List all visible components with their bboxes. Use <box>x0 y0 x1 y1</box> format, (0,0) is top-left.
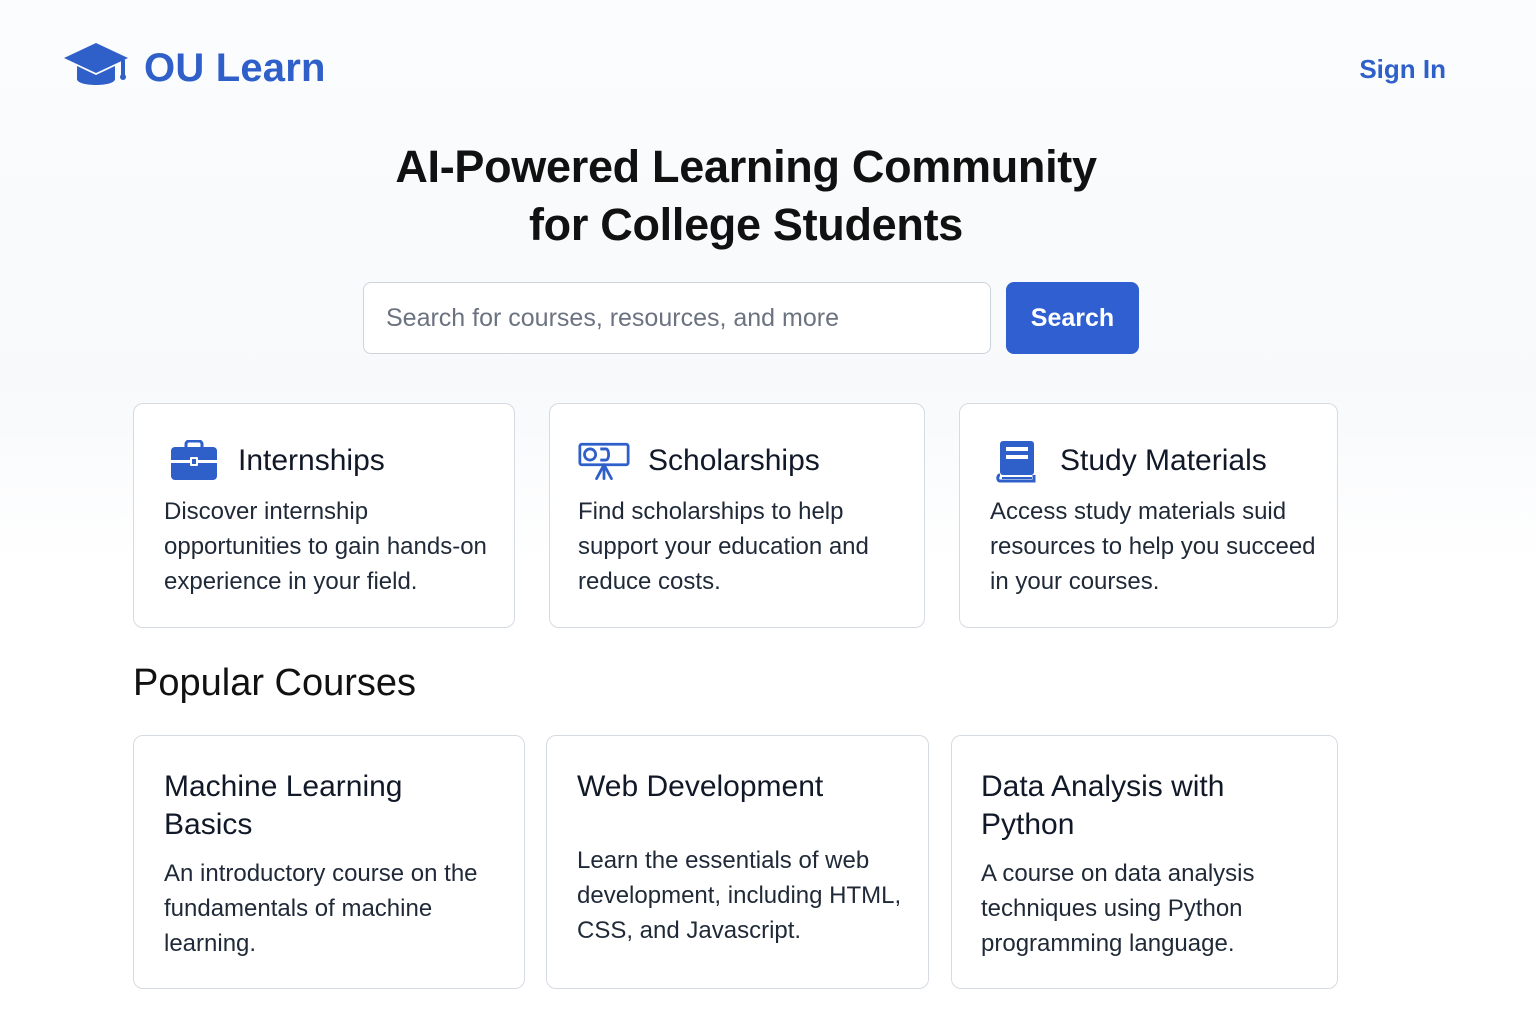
feature-card-header: Internships <box>168 438 385 484</box>
sign-in-link[interactable]: Sign In <box>1359 54 1446 85</box>
feature-title: Study Materials <box>1060 444 1267 477</box>
course-card-web-development[interactable]: Web Development Learn the essentials of … <box>546 735 929 989</box>
search-input[interactable] <box>363 282 991 354</box>
course-description: An introductory course on the fundamenta… <box>164 860 478 957</box>
logo-link[interactable]: OU Learn <box>62 40 326 94</box>
popular-courses-heading: Popular Courses <box>133 662 417 704</box>
course-title: Machine Learning Basics <box>164 770 403 841</box>
graduation-cap-icon <box>62 40 130 94</box>
search-button[interactable]: Search <box>1006 282 1139 354</box>
logo-text: OU Learn <box>144 46 326 90</box>
scholarships-card[interactable]: Scholarships Find scholarships to help s… <box>549 403 925 628</box>
course-description: A course on data analysis techniques usi… <box>981 860 1255 957</box>
course-card-data-analysis[interactable]: Data Analysis with Python A course on da… <box>951 735 1338 989</box>
feature-title: Scholarships <box>648 444 820 477</box>
feature-card-header: Study Materials <box>990 438 1267 484</box>
course-card-machine-learning[interactable]: Machine Learning Basics An introductory … <box>133 735 525 989</box>
hero-title-line-2: for College Students <box>528 199 964 250</box>
course-title: Data Analysis with Python <box>981 770 1225 841</box>
feature-card-header: Scholarships <box>578 438 820 484</box>
feature-description: Access study materials suid resources to… <box>990 498 1316 595</box>
course-description: Learn the essentials of web development,… <box>577 847 902 944</box>
feature-title: Internships <box>238 444 385 477</box>
internships-card[interactable]: Internships Discover internship opportun… <box>133 403 515 628</box>
course-title: Web Development <box>577 770 824 803</box>
scholarship-presentation-icon <box>578 438 630 484</box>
hero-title: AI-Powered Learning Community for Colleg… <box>0 138 1492 254</box>
briefcase-icon <box>168 438 220 484</box>
feature-description: Find scholarships to help support your e… <box>578 498 869 595</box>
study-materials-card[interactable]: Study Materials Access study materials s… <box>959 403 1338 628</box>
feature-description: Discover internship opportunities to gai… <box>164 498 487 595</box>
hero-title-line-1: AI-Powered Learning Community <box>395 141 1097 192</box>
book-icon <box>990 438 1042 484</box>
